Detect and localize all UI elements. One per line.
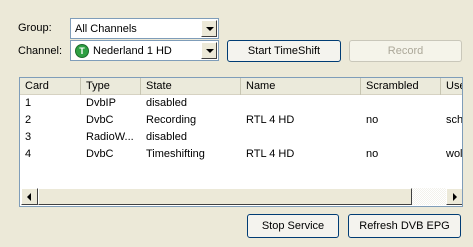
start-timeshift-button[interactable]: Start TimeShift — [227, 40, 341, 62]
cell-type: DvbC — [86, 114, 114, 126]
cell-type: DvbC — [86, 148, 114, 160]
column-header-state[interactable]: State — [141, 78, 241, 95]
stop-service-button[interactable]: Stop Service — [247, 214, 339, 238]
cell-name — [241, 129, 361, 146]
refresh-dvb-epg-button[interactable]: Refresh DVB EPG — [348, 214, 461, 238]
scrollbar-thumb[interactable] — [38, 188, 412, 205]
cell-card: 3 — [25, 131, 32, 143]
record-button[interactable]: Record — [349, 40, 462, 62]
column-header-scrambled[interactable]: Scrambled — [361, 78, 441, 95]
channel-label: Channel: — [18, 45, 63, 57]
cell-card: 4 — [25, 148, 32, 160]
cell-card: 1 — [25, 97, 32, 109]
group-label: Group: — [18, 22, 52, 34]
cell-state: Recording — [146, 114, 197, 126]
column-header-use[interactable]: Use — [441, 78, 462, 95]
table-row[interactable]: 2 DvbC Recording RTL 4 HD no sch — [20, 112, 462, 129]
cell-use — [441, 95, 462, 112]
cell-use — [441, 129, 462, 146]
cell-type: DvbIP — [86, 97, 116, 109]
tv-channel-icon: T — [75, 44, 89, 58]
cell-scrambled: no — [366, 114, 379, 126]
cell-state: Timeshifting — [146, 148, 205, 160]
column-header-name[interactable]: Name — [241, 78, 361, 95]
channel-dropdown-value: Nederland 1 HD — [93, 45, 172, 57]
table-row[interactable]: 1 DvbIP disabled — [20, 95, 462, 112]
column-header-card[interactable]: Card — [20, 78, 81, 95]
table-row[interactable]: 4 DvbC Timeshifting RTL 4 HD no wol — [20, 146, 462, 163]
scroll-left-arrow-icon[interactable] — [21, 188, 38, 205]
cell-scrambled: no — [366, 148, 379, 160]
cell-scrambled — [361, 95, 441, 112]
cell-card: 2 — [25, 114, 32, 126]
group-dropdown-value: All Channels — [75, 23, 137, 35]
table-row[interactable]: 3 RadioW... disabled — [20, 129, 462, 146]
cell-name: RTL 4 HD — [246, 148, 295, 160]
cell-name: RTL 4 HD — [246, 114, 295, 126]
cell-state: disabled — [146, 97, 187, 109]
column-header-type[interactable]: Type — [81, 78, 141, 95]
cell-scrambled — [361, 129, 441, 146]
chevron-down-icon[interactable] — [201, 20, 217, 37]
cell-use: wol — [446, 148, 463, 160]
cell-use: sch — [446, 114, 463, 126]
scroll-right-arrow-icon[interactable] — [446, 188, 462, 205]
chevron-down-icon[interactable] — [201, 42, 217, 59]
list-header: Card Type State Name Scrambled Use — [20, 78, 462, 95]
cell-name — [241, 95, 361, 112]
cell-state: disabled — [146, 131, 187, 143]
group-dropdown[interactable]: All Channels — [70, 18, 219, 39]
cell-type: RadioW... — [86, 131, 134, 143]
channel-dropdown[interactable]: T Nederland 1 HD — [70, 40, 219, 61]
horizontal-scrollbar[interactable] — [21, 188, 462, 205]
cards-list[interactable]: Card Type State Name Scrambled Use 1 Dvb… — [19, 77, 463, 207]
